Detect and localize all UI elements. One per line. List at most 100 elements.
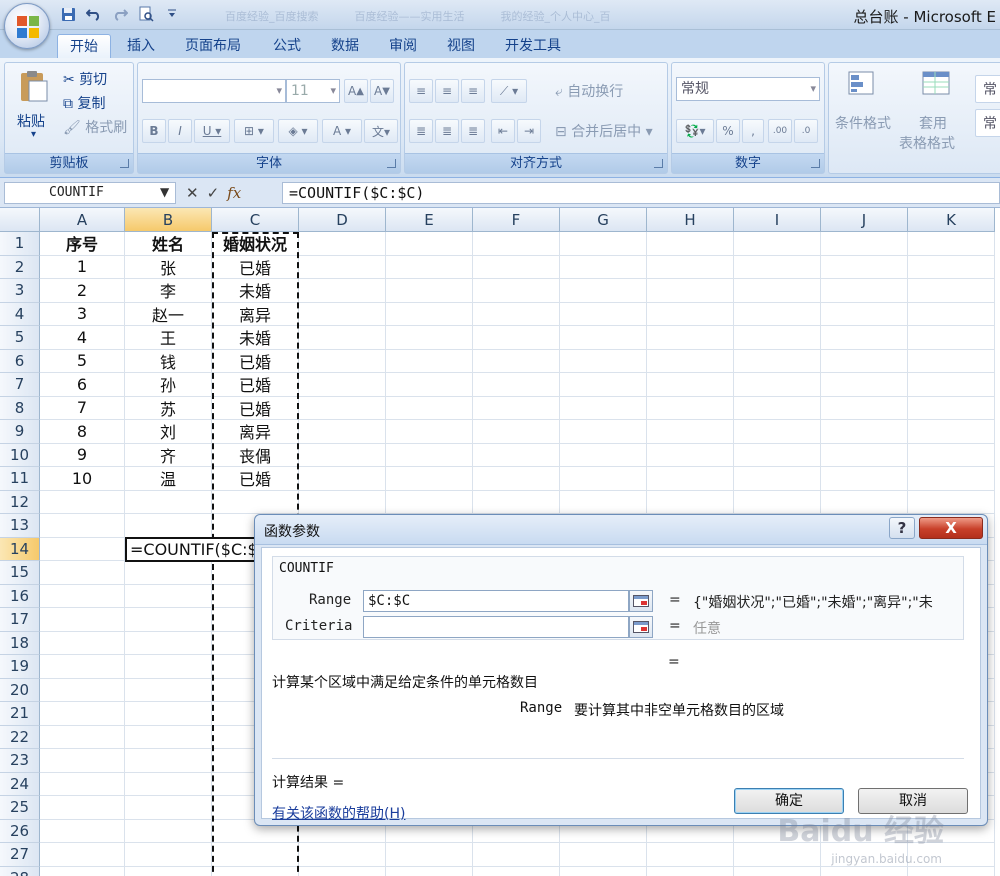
cell-H11[interactable]: [647, 467, 734, 491]
fill-color-icon[interactable]: ◈ ▾: [278, 119, 318, 143]
range-input[interactable]: $C:$C: [363, 590, 629, 612]
cell-A12[interactable]: [40, 490, 125, 514]
cell-E1[interactable]: [386, 232, 473, 256]
cell-G7[interactable]: [560, 373, 647, 397]
clipboard-launcher-icon[interactable]: [120, 159, 129, 168]
row-header-28[interactable]: 28: [0, 866, 40, 876]
column-header-I[interactable]: I: [734, 208, 821, 232]
cancel-entry-icon[interactable]: ✕: [186, 184, 199, 202]
cell-K9[interactable]: [908, 420, 995, 444]
cell-B1[interactable]: 姓名: [125, 232, 212, 256]
cell-I5[interactable]: [734, 326, 821, 350]
underline-icon[interactable]: U ▾: [194, 119, 230, 143]
cell-I8[interactable]: [734, 396, 821, 420]
cell-F7[interactable]: [473, 373, 560, 397]
cell-J28[interactable]: [821, 866, 908, 876]
cell-C27[interactable]: [212, 843, 299, 867]
cell-H6[interactable]: [647, 349, 734, 373]
increase-indent-icon[interactable]: ⇥: [517, 119, 541, 143]
cell-D7[interactable]: [299, 373, 386, 397]
grow-font-icon[interactable]: A ▲: [344, 79, 368, 103]
print-preview-icon[interactable]: [136, 5, 156, 23]
row-header-3[interactable]: 3: [0, 279, 40, 303]
cell-D1[interactable]: [299, 232, 386, 256]
cell-C5[interactable]: 未婚: [212, 326, 299, 350]
number-format-combo[interactable]: 常规: [676, 77, 820, 101]
cell-B8[interactable]: 苏: [125, 396, 212, 420]
column-header-H[interactable]: H: [647, 208, 734, 232]
cell-B3[interactable]: 李: [125, 279, 212, 303]
decrease-decimal-icon[interactable]: .0: [794, 119, 818, 143]
cell-J10[interactable]: [821, 443, 908, 467]
save-icon[interactable]: [58, 5, 78, 23]
office-button[interactable]: [4, 3, 50, 49]
customize-toolbar-icon[interactable]: [162, 5, 182, 23]
cell-C4[interactable]: 离异: [212, 302, 299, 326]
cell-B17[interactable]: [125, 608, 212, 632]
row-header-22[interactable]: 22: [0, 725, 40, 749]
border-icon[interactable]: ⊞ ▾: [234, 119, 274, 143]
cell-A18[interactable]: [40, 631, 125, 655]
cell-style-1[interactable]: 常: [975, 75, 1000, 103]
cell-A19[interactable]: [40, 655, 125, 679]
font-size-combo[interactable]: 11: [286, 79, 340, 103]
cell-H8[interactable]: [647, 396, 734, 420]
dialog-close-button[interactable]: X: [919, 517, 983, 539]
cell-F4[interactable]: [473, 302, 560, 326]
cell-I9[interactable]: [734, 420, 821, 444]
cell-A2[interactable]: 1: [40, 255, 125, 279]
cell-B22[interactable]: [125, 725, 212, 749]
range-collapse-icon[interactable]: [629, 590, 653, 612]
cell-K5[interactable]: [908, 326, 995, 350]
number-launcher-icon[interactable]: [811, 159, 820, 168]
decrease-indent-icon[interactable]: ⇤: [491, 119, 515, 143]
cell-A22[interactable]: [40, 725, 125, 749]
cell-G4[interactable]: [560, 302, 647, 326]
cell-K6[interactable]: [908, 349, 995, 373]
cell-A16[interactable]: [40, 584, 125, 608]
row-header-18[interactable]: 18: [0, 631, 40, 655]
cell-D9[interactable]: [299, 420, 386, 444]
cell-G11[interactable]: [560, 467, 647, 491]
cell-F27[interactable]: [473, 843, 560, 867]
name-box[interactable]: COUNTIF: [4, 182, 176, 204]
row-header-24[interactable]: 24: [0, 772, 40, 796]
cell-D28[interactable]: [299, 866, 386, 876]
cell-A26[interactable]: [40, 819, 125, 843]
cell-H4[interactable]: [647, 302, 734, 326]
cell-G9[interactable]: [560, 420, 647, 444]
cell-A24[interactable]: [40, 772, 125, 796]
cell-I3[interactable]: [734, 279, 821, 303]
row-header-11[interactable]: 11: [0, 467, 40, 491]
column-header-F[interactable]: F: [473, 208, 560, 232]
cell-F2[interactable]: [473, 255, 560, 279]
align-top-icon[interactable]: ≡: [409, 79, 433, 103]
cell-F6[interactable]: [473, 349, 560, 373]
cell-D11[interactable]: [299, 467, 386, 491]
comma-icon[interactable]: ,: [742, 119, 764, 143]
cell-E10[interactable]: [386, 443, 473, 467]
row-header-25[interactable]: 25: [0, 796, 40, 820]
tab-developer[interactable]: 开发工具: [493, 34, 573, 58]
cell-B13[interactable]: [125, 514, 212, 538]
confirm-entry-icon[interactable]: ✓: [207, 184, 220, 202]
cell-C10[interactable]: 丧偶: [212, 443, 299, 467]
cell-G2[interactable]: [560, 255, 647, 279]
cell-E27[interactable]: [386, 843, 473, 867]
column-header-K[interactable]: K: [908, 208, 995, 232]
tab-insert[interactable]: 插入: [115, 34, 167, 58]
row-header-1[interactable]: 1: [0, 232, 40, 256]
cell-H7[interactable]: [647, 373, 734, 397]
italic-icon[interactable]: I: [168, 119, 192, 143]
cut-button[interactable]: ✂ 剪切: [63, 69, 107, 89]
tab-view[interactable]: 视图: [435, 34, 487, 58]
tab-review[interactable]: 审阅: [377, 34, 429, 58]
cell-J12[interactable]: [821, 490, 908, 514]
cell-G8[interactable]: [560, 396, 647, 420]
cell-C8[interactable]: 已婚: [212, 396, 299, 420]
row-header-15[interactable]: 15: [0, 561, 40, 585]
copy-button[interactable]: ⧉ 复制: [63, 93, 105, 113]
row-header-6[interactable]: 6: [0, 349, 40, 373]
column-header-J[interactable]: J: [821, 208, 908, 232]
cell-G6[interactable]: [560, 349, 647, 373]
